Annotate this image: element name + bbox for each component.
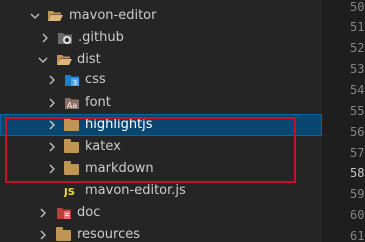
chevron-right-icon[interactable] — [46, 114, 58, 136]
line-number-gutter: 50 51 52 53 54 55 56 57 58 59 60 61 — [322, 0, 365, 242]
tree-item-label: font — [85, 95, 111, 110]
line-number: 55 — [350, 104, 365, 118]
tree-item-label: .github — [78, 30, 124, 45]
svg-text:Aa: Aa — [67, 101, 77, 110]
line-number: 56 — [350, 125, 365, 139]
chevron-right-icon[interactable] — [46, 136, 58, 158]
github-folder-icon — [57, 31, 73, 45]
line-number: 52 — [350, 41, 365, 55]
tree-item-mavon-editor[interactable]: mavon-editor — [0, 5, 322, 27]
tree-item-label: markdown — [85, 161, 154, 176]
chevron-right-icon[interactable] — [37, 202, 49, 224]
line-number-current: 58 — [350, 166, 365, 180]
doc-folder-icon — [56, 206, 72, 220]
tree-item-katex[interactable]: katex — [0, 136, 322, 158]
folder-open-icon — [47, 9, 63, 23]
chevron-down-icon[interactable] — [29, 5, 41, 27]
tree-item-mavon-editor-js[interactable]: JS mavon-editor.js — [0, 180, 322, 202]
tree-item-label: dist — [77, 52, 101, 67]
line-number: 57 — [350, 146, 365, 160]
tree-item-label: highlightjs — [85, 117, 153, 132]
tree-item-label: katex — [85, 139, 121, 154]
tree-item-github[interactable]: .github — [0, 27, 322, 49]
tree-item-font[interactable]: Aa font — [0, 92, 322, 114]
app-window: mavon-editor .github dist 3 css Aa font … — [0, 0, 365, 242]
chevron-right-icon[interactable] — [37, 224, 49, 242]
chevron-right-icon[interactable] — [46, 92, 58, 114]
chevron-right-icon[interactable] — [46, 69, 58, 91]
tree-item-markdown[interactable]: markdown — [0, 158, 322, 180]
tree-item-doc[interactable]: doc — [0, 202, 322, 224]
tree-item-label: mavon-editor.js — [85, 183, 186, 198]
line-number: 60 — [350, 208, 365, 222]
folder-open-icon — [56, 53, 72, 67]
folder-icon — [64, 117, 80, 132]
js-badge: JS — [64, 187, 75, 198]
line-number: 53 — [350, 62, 365, 76]
tree-item-label: resources — [77, 227, 141, 242]
file-explorer: mavon-editor .github dist 3 css Aa font … — [0, 0, 322, 242]
line-number: 54 — [350, 83, 365, 97]
js-file-icon: JS — [63, 184, 82, 198]
line-number: 61 — [350, 229, 365, 242]
tree-item-label: mavon-editor — [69, 8, 157, 23]
line-number: 59 — [350, 187, 365, 201]
tree-item-css[interactable]: 3 css — [0, 69, 322, 91]
tree-item-highlightjs[interactable]: highlightjs — [0, 114, 322, 136]
svg-text:3: 3 — [73, 79, 77, 87]
folder-icon — [64, 139, 80, 154]
chevron-down-icon[interactable] — [37, 49, 49, 71]
tree-item-dist[interactable]: dist — [0, 49, 322, 71]
tree-item-label: css — [85, 72, 106, 87]
folder-icon — [56, 227, 72, 242]
tree-item-resources[interactable]: resources — [0, 224, 322, 242]
chevron-right-icon[interactable] — [46, 158, 58, 180]
chevron-right-icon[interactable] — [39, 27, 51, 49]
font-folder-icon: Aa — [64, 96, 80, 110]
folder-icon — [64, 161, 80, 176]
css-folder-icon: 3 — [64, 73, 80, 87]
tree-item-label: doc — [77, 205, 101, 220]
line-number: 51 — [350, 20, 365, 34]
